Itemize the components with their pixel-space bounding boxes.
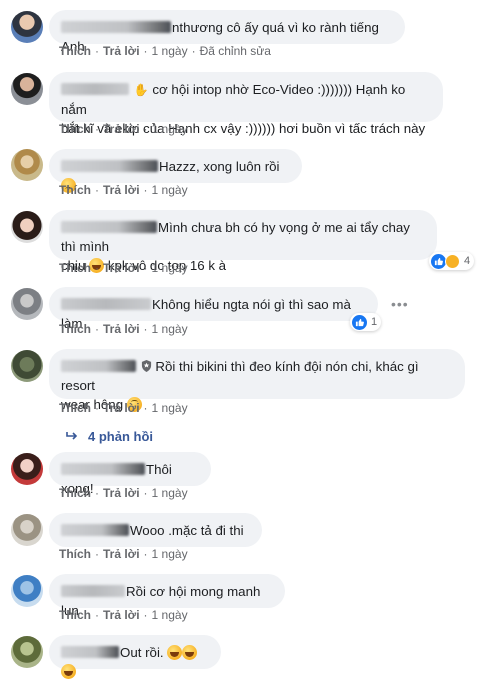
comment-bubble: Hazzz, xong luôn rồi <box>49 149 302 193</box>
laughing-face-icon <box>61 664 76 679</box>
like-link[interactable]: Thích <box>59 486 91 500</box>
laughing-face-icon <box>182 645 198 660</box>
comment-bubble: Rồi thi bikini thì đeo kính đội nón chi,… <box>49 349 465 412</box>
comment-actions: Thích · Trả lời · 1 ngày <box>59 183 188 197</box>
reaction-number: 1 <box>371 316 378 328</box>
comment-actions: Thích · Trả lời · 1 ngày <box>59 122 188 136</box>
reply-link[interactable]: Trả lời <box>103 122 140 136</box>
comment-bubble: Mình chưa bh có hy vọng ở me ai tẩy chay… <box>49 210 437 273</box>
wave-icon: ✋ <box>133 83 149 97</box>
edited-label[interactable]: Đã chỉnh sửa <box>200 44 271 58</box>
like-link[interactable]: Thích <box>59 608 91 622</box>
timestamp[interactable]: 1 ngày <box>152 44 188 58</box>
commenter-name[interactable] <box>61 524 129 536</box>
like-link[interactable]: Thích <box>59 183 91 197</box>
reply-link[interactable]: Trả lời <box>103 183 140 197</box>
timestamp[interactable]: 1 ngày <box>152 401 188 415</box>
comment-bubble: Out rồi. <box>49 635 221 679</box>
commenter-name[interactable] <box>61 463 145 475</box>
reply-arrow-icon <box>66 432 78 440</box>
comment-text: Wooo .mặc tả đi thi <box>130 523 244 538</box>
timestamp[interactable]: 1 ngày <box>152 122 188 136</box>
like-link[interactable]: Thích <box>59 261 91 275</box>
comment-bubble: Rồi cơ hội mong manh lun <box>49 574 285 618</box>
shield-icon <box>141 360 151 372</box>
timestamp[interactable]: 1 ngày <box>152 322 188 336</box>
timestamp[interactable]: 1 ngày <box>152 486 188 500</box>
comment-actions: Thích · Trả lời · 1 ngày <box>59 547 188 561</box>
commenter-name[interactable] <box>61 585 125 597</box>
timestamp[interactable]: 1 ngày <box>152 608 188 622</box>
avatar[interactable] <box>11 350 43 382</box>
reply-link[interactable]: Trả lời <box>103 608 140 622</box>
avatar[interactable] <box>11 453 43 485</box>
view-replies-link[interactable]: 4 phản hồi <box>66 429 153 444</box>
reply-link[interactable]: Trả lời <box>103 486 140 500</box>
like-reaction-icon <box>431 253 446 269</box>
commenter-name[interactable] <box>61 160 158 172</box>
like-link[interactable]: Thích <box>59 401 91 415</box>
reply-link[interactable]: Trả lời <box>103 547 140 561</box>
reply-link[interactable]: Trả lời <box>103 44 140 58</box>
comment-actions: Thích · Trả lời · 1 ngày <box>59 486 188 500</box>
reply-link[interactable]: Trả lời <box>103 322 140 336</box>
avatar[interactable] <box>11 514 43 546</box>
avatar[interactable] <box>11 11 43 43</box>
avatar[interactable] <box>11 73 43 105</box>
reply-link[interactable]: Trả lời <box>103 401 140 415</box>
like-link[interactable]: Thích <box>59 322 91 336</box>
like-link[interactable]: Thích <box>59 44 91 58</box>
commenter-name[interactable] <box>61 221 157 233</box>
comment-bubble: Không hiểu ngta nói gì thì sao mà làm <box>49 287 378 331</box>
avatar[interactable] <box>11 149 43 181</box>
comment-bubble: ✋ cơ hội intop nhờ Eco-Video :))))))) Hạ… <box>49 72 443 136</box>
avatar[interactable] <box>11 575 43 607</box>
reply-link[interactable]: Trả lời <box>103 261 140 275</box>
commenter-name[interactable] <box>61 646 119 658</box>
reaction-count[interactable]: 4 <box>429 252 475 270</box>
avatar[interactable] <box>11 211 43 243</box>
avatar[interactable] <box>11 288 43 320</box>
commenter-name[interactable] <box>61 83 129 95</box>
comment-text: Hazzz, xong luôn rồi <box>159 159 280 174</box>
timestamp[interactable]: 1 ngày <box>152 261 188 275</box>
commenter-name[interactable] <box>61 360 136 372</box>
commenter-name[interactable] <box>61 298 151 310</box>
replies-count: 4 phản hồi <box>88 429 153 444</box>
reaction-number: 4 <box>464 255 471 267</box>
comment-actions: Thích · Trả lời · 1 ngày <box>59 261 188 275</box>
comment-bubble: Thôi xong! <box>49 452 211 496</box>
timestamp[interactable]: 1 ngày <box>152 183 188 197</box>
comment-actions: Thích · Trả lời · 1 ngày <box>59 608 188 622</box>
laughing-face-icon <box>167 645 183 660</box>
reaction-count[interactable]: 1 <box>350 313 382 331</box>
avatar[interactable] <box>11 636 43 668</box>
timestamp[interactable]: 1 ngày <box>152 547 188 561</box>
comment-text: Out rồi. <box>120 645 164 660</box>
comment-bubble: Wooo .mặc tả đi thi <box>49 513 262 547</box>
comment-actions: Thích · Trả lời · 1 ngày <box>59 322 188 336</box>
comment-actions: Thích · Trả lời · 1 ngày · Đã chỉnh sửa <box>59 44 271 58</box>
like-link[interactable]: Thích <box>59 547 91 561</box>
comment-bubble: nthương cô ấy quá vì ko rành tiếng Anh <box>49 10 405 54</box>
like-link[interactable]: Thích <box>59 122 91 136</box>
commenter-name[interactable] <box>61 21 171 33</box>
comment-actions: Thích · Trả lời · 1 ngày <box>59 401 188 415</box>
haha-reaction-icon <box>445 253 460 269</box>
like-reaction-icon <box>352 314 367 330</box>
more-options-button[interactable]: ••• <box>391 296 409 312</box>
